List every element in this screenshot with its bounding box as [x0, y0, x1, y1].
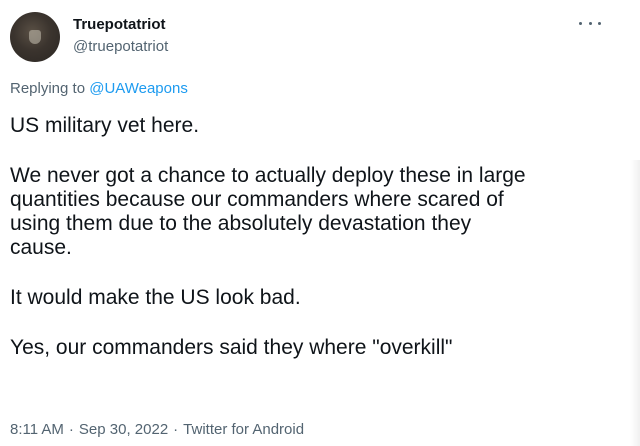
tweet-paragraph: We never got a chance to actually deploy…: [10, 164, 610, 260]
tweet-date[interactable]: Sep 30, 2022: [79, 421, 168, 438]
tweet-text: US military vet here. We never got a cha…: [10, 114, 610, 360]
replying-to-label: Replying to: [10, 80, 86, 97]
display-name[interactable]: Truepotatriot: [73, 16, 166, 33]
separator: ·: [68, 421, 74, 438]
avatar[interactable]: [10, 12, 60, 62]
tweet: Truepotatriot @truepotatriot Replying to…: [0, 0, 640, 446]
dot: [579, 21, 582, 25]
separator: ·: [173, 421, 179, 438]
tweet-paragraph: It would make the US look bad.: [10, 286, 610, 310]
tweet-line: US military vet here.: [10, 114, 200, 137]
user-handle[interactable]: @truepotatriot: [73, 38, 168, 55]
tweet-metadata: 8:11 AM · Sep 30, 2022 · Twitter for Android: [10, 421, 304, 438]
more-options-icon[interactable]: [579, 16, 601, 30]
tweet-time[interactable]: 8:11 AM: [10, 421, 64, 438]
tweet-line: It would make the US look bad.: [10, 286, 301, 309]
tweet-line: We never got a chance to actually deploy…: [10, 164, 526, 187]
dot: [598, 21, 601, 25]
tweet-source[interactable]: Twitter for Android: [183, 421, 304, 438]
replying-to: Replying to @UAWeapons: [10, 80, 188, 97]
tweet-line: Yes, our commanders said they where "ove…: [10, 336, 453, 359]
dot: [588, 21, 592, 25]
reply-mention-link[interactable]: @UAWeapons: [89, 80, 188, 97]
tweet-paragraph: US military vet here.: [10, 114, 610, 138]
tweet-line: using them due to the absolutely devasta…: [10, 212, 472, 235]
page-edge-shadow: [630, 160, 640, 446]
avatar-image: [29, 30, 41, 44]
tweet-line: cause.: [10, 236, 72, 259]
tweet-line: quantities because our commanders where …: [10, 188, 504, 211]
tweet-paragraph: Yes, our commanders said they where "ove…: [10, 336, 610, 360]
